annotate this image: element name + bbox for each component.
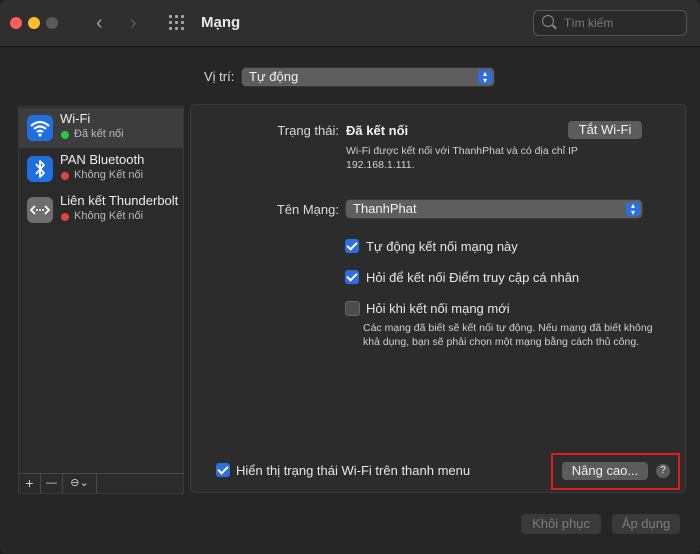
status-dot-red-icon <box>61 213 69 221</box>
location-value: Tự động <box>249 69 299 84</box>
revert-button[interactable]: Khôi phục <box>521 514 601 534</box>
ask-new-networks-label: Hỏi khi kết nối mạng mới <box>366 301 510 316</box>
highlight-annotation-box <box>551 453 680 490</box>
thunderbolt-bridge-icon <box>27 197 53 223</box>
location-label: Vị trí: <box>204 69 235 84</box>
service-status: Đã kết nối <box>74 128 124 140</box>
service-list: Wi-Fi Đã kết nối PAN Bluetooth Không Kết… <box>18 106 184 474</box>
status-dot-red-icon <box>61 172 69 180</box>
auto-join-label: Tự động kết nối mạng này <box>366 239 518 254</box>
search-input[interactable] <box>562 14 681 32</box>
status-dot-green-icon <box>61 131 69 139</box>
remove-service-button[interactable]: — <box>41 474 63 493</box>
ask-new-networks-description: Các mạng đã biết sẽ kết nối tự động. Nếu… <box>363 322 653 348</box>
network-name-popup[interactable]: ThanhPhat ▴ ▾ <box>346 200 642 218</box>
network-name-label: Tên Mạng: <box>276 202 339 217</box>
ask-hotspot-label: Hỏi để kết nối Điểm truy cập cá nhân <box>366 270 580 285</box>
popup-arrows-icon: ▴ ▾ <box>478 70 492 85</box>
service-name: PAN Bluetooth <box>60 152 145 167</box>
search-field[interactable] <box>533 10 687 36</box>
action-menu-button[interactable]: ⊖⌄ <box>63 474 97 493</box>
popup-arrows-icon: ▴ ▾ <box>626 202 640 217</box>
search-icon <box>542 15 554 27</box>
network-preferences-window: ‹ › Mạng Vị trí: Tự động ▴▾ <box>0 0 700 554</box>
show-all-grid-icon[interactable] <box>169 15 187 31</box>
network-name-value: ThanhPhat <box>353 201 417 216</box>
service-name: Wi-Fi <box>60 111 91 126</box>
apply-button[interactable]: Áp dụng <box>612 514 680 534</box>
status-description: Wi-Fi được kết nối với ThanhPhat và có đ… <box>346 145 578 171</box>
status-label: Trạng thái: <box>277 123 339 138</box>
show-wifi-status-checkbox[interactable] <box>216 463 230 477</box>
forward-icon[interactable]: › <box>130 12 137 35</box>
service-status: Không Kết nối <box>74 169 144 181</box>
add-service-button[interactable]: + <box>19 474 41 493</box>
window-title: Mạng <box>201 14 241 31</box>
service-item-wifi[interactable]: Wi-Fi Đã kết nối <box>19 108 183 148</box>
location-popup[interactable]: Tự động ▴ ▾ <box>242 68 494 86</box>
service-name: Liên kết Thunderbolt <box>60 193 179 208</box>
service-list-toolbar: + — ⊖⌄ <box>18 473 184 494</box>
zoom-window-button[interactable] <box>46 17 58 29</box>
ask-new-networks-checkbox[interactable] <box>345 301 360 316</box>
service-item-pan-bluetooth[interactable]: PAN Bluetooth Không Kết nối <box>19 149 183 189</box>
minimize-window-button[interactable] <box>28 17 40 29</box>
service-item-thunderbolt-bridge[interactable]: Liên kết Thunderbolt Không Kết nối <box>19 190 183 230</box>
ask-hotspot-checkbox[interactable] <box>345 270 359 284</box>
show-wifi-status-label: Hiển thị trạng thái Wi-Fi trên thanh men… <box>236 463 471 478</box>
title-bar: ‹ › Mạng <box>0 0 700 47</box>
status-value: Đã kết nối <box>346 123 409 138</box>
auto-join-checkbox[interactable] <box>345 239 359 253</box>
back-icon[interactable]: ‹ <box>96 12 103 35</box>
service-status: Không Kết nối <box>74 210 144 222</box>
bluetooth-icon <box>27 156 53 182</box>
turn-off-wifi-button[interactable]: Tắt Wi-Fi <box>568 121 642 139</box>
wifi-icon <box>27 115 53 141</box>
close-window-button[interactable] <box>10 17 22 29</box>
